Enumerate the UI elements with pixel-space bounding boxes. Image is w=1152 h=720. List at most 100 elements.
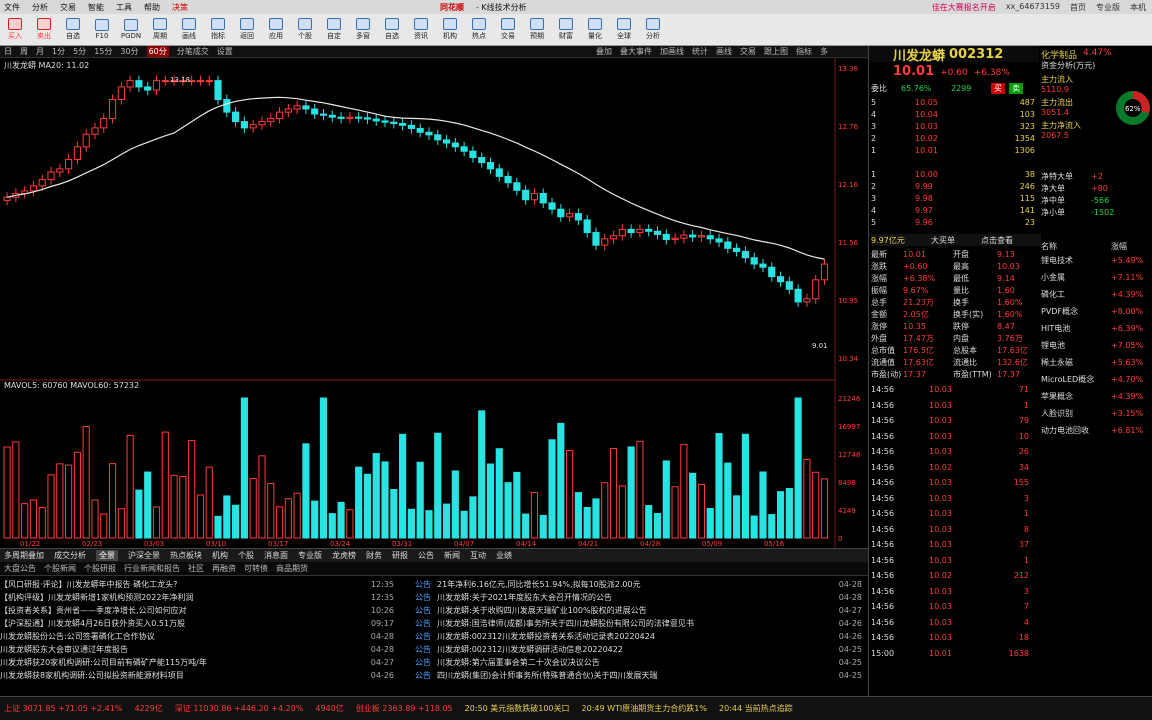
toolbar-button-5[interactable]: 周期 — [147, 16, 173, 44]
news-tab[interactable]: 公告 — [418, 550, 434, 561]
order-book-row[interactable]: 3 10.03 323 — [871, 120, 1041, 132]
toolbar-button-8[interactable]: 返回 — [234, 16, 260, 44]
toolbar-button-22[interactable]: 分析 — [640, 16, 666, 44]
announcement-item[interactable]: 公告 川发龙蟒:关于收购四川发展天瑞矿业100%股权的进展公告 04-27 — [415, 604, 868, 617]
concept-row[interactable]: PVDF概念 +8.00% — [1041, 303, 1151, 320]
news-item[interactable]: 川发龙蟒股份公告:公司签署磷化工合作协议 04-28 — [0, 630, 400, 643]
menu-item-trade[interactable]: 交易 — [60, 2, 76, 13]
period-tab[interactable]: 月 — [36, 46, 44, 57]
toolbar-button-3[interactable]: F10 — [89, 16, 115, 44]
order-book-row[interactable]: 5 10.05 487 — [871, 96, 1041, 108]
news-tab[interactable]: 消息面 — [264, 550, 288, 561]
order-book-row[interactable]: 5 9.96 23 — [871, 216, 1041, 228]
period-tab[interactable]: 设置 — [217, 46, 233, 57]
toolbar-button-16[interactable]: 热点 — [466, 16, 492, 44]
menu-item-file[interactable]: 文件 — [4, 2, 20, 13]
news-tab[interactable]: 热点板块 — [170, 550, 202, 561]
news-tab[interactable]: 新闻 — [444, 550, 460, 561]
toolbar-button-15[interactable]: 机构 — [437, 16, 463, 44]
news-subtab[interactable]: 再融资 — [212, 563, 236, 574]
toolbar-button-14[interactable]: 资讯 — [408, 16, 434, 44]
period-tab[interactable]: 分笔成交 — [177, 46, 209, 57]
announcement-item[interactable]: 公告 川发龙蟒:002312川发龙蟒投资者关系活动记录表20220424 04-26 — [415, 630, 868, 643]
announcement-item[interactable]: 公告 21年净利6.16亿元,同比增长51.94%,拟每10股派2.00元 04-2… — [415, 578, 868, 591]
chart-tool[interactable]: 统计 — [692, 46, 708, 57]
news-tab[interactable]: 业绩 — [496, 550, 512, 561]
toolbar-button-2[interactable]: 自选 — [60, 16, 86, 44]
period-tab[interactable]: 1分 — [52, 46, 65, 57]
news-tab[interactable]: 个股 — [238, 550, 254, 561]
toolbar-button-17[interactable]: 交易 — [495, 16, 521, 44]
toolbar-button-20[interactable]: 量化 — [582, 16, 608, 44]
period-tab[interactable]: 日 — [4, 46, 12, 57]
news-tab[interactable]: 多周期叠加 — [4, 550, 44, 561]
toolbar-button-4[interactable]: PGDN — [118, 16, 144, 44]
concept-row[interactable]: HIT电池 +6.39% — [1041, 320, 1151, 337]
local-button[interactable]: 本机 — [1130, 2, 1146, 13]
news-item[interactable]: 【投资者关系】贵州省——季度净增长,公司如何应对 10:26 — [0, 604, 400, 617]
chart-svg[interactable]: 川发龙蟒 MA20: 11.02 MAVOL5: 60760 MAVOL60: … — [0, 58, 868, 548]
announcement-item[interactable]: 公告 川发龙蟒:002312川发龙蟒调研活动信息20220422 04-25 — [415, 643, 868, 656]
chart-tool[interactable]: 叠加 — [596, 46, 612, 57]
toolbar-button-6[interactable]: 画线 — [176, 16, 202, 44]
news-tab[interactable]: 互动 — [470, 550, 486, 561]
chart-tool[interactable]: 加画线 — [660, 46, 684, 57]
concept-row[interactable]: 小金属 +7.11% — [1041, 269, 1151, 286]
news-item[interactable]: 川发龙蟒股东大会审议通过年度报告 04-28 — [0, 643, 400, 656]
news-subtab[interactable]: 行业新闻和报告 — [124, 563, 180, 574]
order-book-row[interactable]: 1 10.01 1306 — [871, 144, 1041, 156]
toolbar-button-11[interactable]: 自定 — [321, 16, 347, 44]
concept-row[interactable]: MicroLED概念 +4.70% — [1041, 371, 1151, 388]
announcement-item[interactable]: 公告 川发龙蟒:关于2021年度股东大会召开情况的公告 04-28 — [415, 591, 868, 604]
news-tab[interactable]: 沪深全景 — [128, 550, 160, 561]
news-subtab[interactable]: 可转债 — [244, 563, 268, 574]
news-subtab[interactable]: 商品期货 — [276, 563, 308, 574]
toolbar-button-7[interactable]: 指标 — [205, 16, 231, 44]
toolbar-button-19[interactable]: 财富 — [553, 16, 579, 44]
concept-row[interactable]: 磷化工 +4.39% — [1041, 286, 1151, 303]
buy-button[interactable]: 买 — [991, 82, 1005, 94]
news-item[interactable]: 【沪深股通】川发龙蟒4月26日获外资买入0.51万股 09:17 — [0, 617, 400, 630]
toolbar-button-1[interactable]: 卖出 — [31, 16, 57, 44]
menu-item-smart[interactable]: 智能 — [88, 2, 104, 13]
news-item[interactable]: 【机构评级】川发龙蟒新增1家机构预测2022年净利润 12:35 — [0, 591, 400, 604]
concept-row[interactable]: 苹果概念 +4.39% — [1041, 388, 1151, 405]
news-tab[interactable]: 专业版 — [298, 550, 322, 561]
news-subtab[interactable]: 社区 — [188, 563, 204, 574]
news-item[interactable]: 【风口研报·评论】川发龙蟒年中报告 磷化工龙头? 12:35 — [0, 578, 400, 591]
concept-row[interactable]: 锂电池 +7.05% — [1041, 337, 1151, 354]
menu-item-analysis[interactable]: 分析 — [32, 2, 48, 13]
chart-tool[interactable]: 指标 — [796, 46, 812, 57]
order-book-row[interactable]: 1 10.00 38 — [871, 168, 1041, 180]
sell-button[interactable]: 卖 — [1009, 82, 1023, 94]
news-subtab[interactable]: 大盘公告 — [4, 563, 36, 574]
announcement-item[interactable]: 公告 四川龙蟒(集团)会计师事务所(特殊普通合伙)关于四川发展天瑞 04-25 — [415, 669, 868, 682]
period-tab[interactable]: 60分 — [146, 46, 169, 57]
toolbar-button-0[interactable]: 买入 — [2, 16, 28, 44]
period-tab[interactable]: 周 — [20, 46, 28, 57]
news-tab[interactable]: 财务 — [366, 550, 382, 561]
period-tab[interactable]: 5分 — [73, 46, 86, 57]
news-item[interactable]: 川发龙蟒获20家机构调研:公司目前有磷矿产能115万吨/年 04-27 — [0, 656, 400, 669]
news-item[interactable]: 川发龙蟒获8家机构调研:公司拟投资新能源材料项目 04-26 — [0, 669, 400, 682]
toolbar-button-10[interactable]: 个股 — [292, 16, 318, 44]
home-button[interactable]: 首页 — [1070, 2, 1086, 13]
period-tab[interactable]: 15分 — [94, 46, 112, 57]
period-tab[interactable]: 30分 — [120, 46, 138, 57]
news-tab[interactable]: 龙虎榜 — [332, 550, 356, 561]
chart-tool[interactable]: 交易 — [740, 46, 756, 57]
toolbar-button-9[interactable]: 应用 — [263, 16, 289, 44]
kline-chart[interactable]: 川发龙蟒 MA20: 11.02 MAVOL5: 60760 MAVOL60: … — [0, 58, 868, 548]
toolbar-button-12[interactable]: 多窗 — [350, 16, 376, 44]
menu-item-help[interactable]: 帮助 — [144, 2, 160, 13]
order-book-row[interactable]: 2 10.02 1354 — [871, 132, 1041, 144]
chart-tool[interactable]: 多 — [820, 46, 828, 57]
announcement-item[interactable]: 公告 川发龙蟒:第六届董事会第二十次会议决议公告 04-25 — [415, 656, 868, 669]
toolbar-button-21[interactable]: 全球 — [611, 16, 637, 44]
concept-row[interactable]: 动力电池回收 +6.81% — [1041, 422, 1151, 439]
news-tab[interactable]: 机构 — [212, 550, 228, 561]
toolbar-button-13[interactable]: 自选 — [379, 16, 405, 44]
order-book-row[interactable]: 4 9.97 141 — [871, 204, 1041, 216]
news-tab[interactable]: 全景 — [96, 550, 118, 561]
order-book-row[interactable]: 2 9.99 246 — [871, 180, 1041, 192]
